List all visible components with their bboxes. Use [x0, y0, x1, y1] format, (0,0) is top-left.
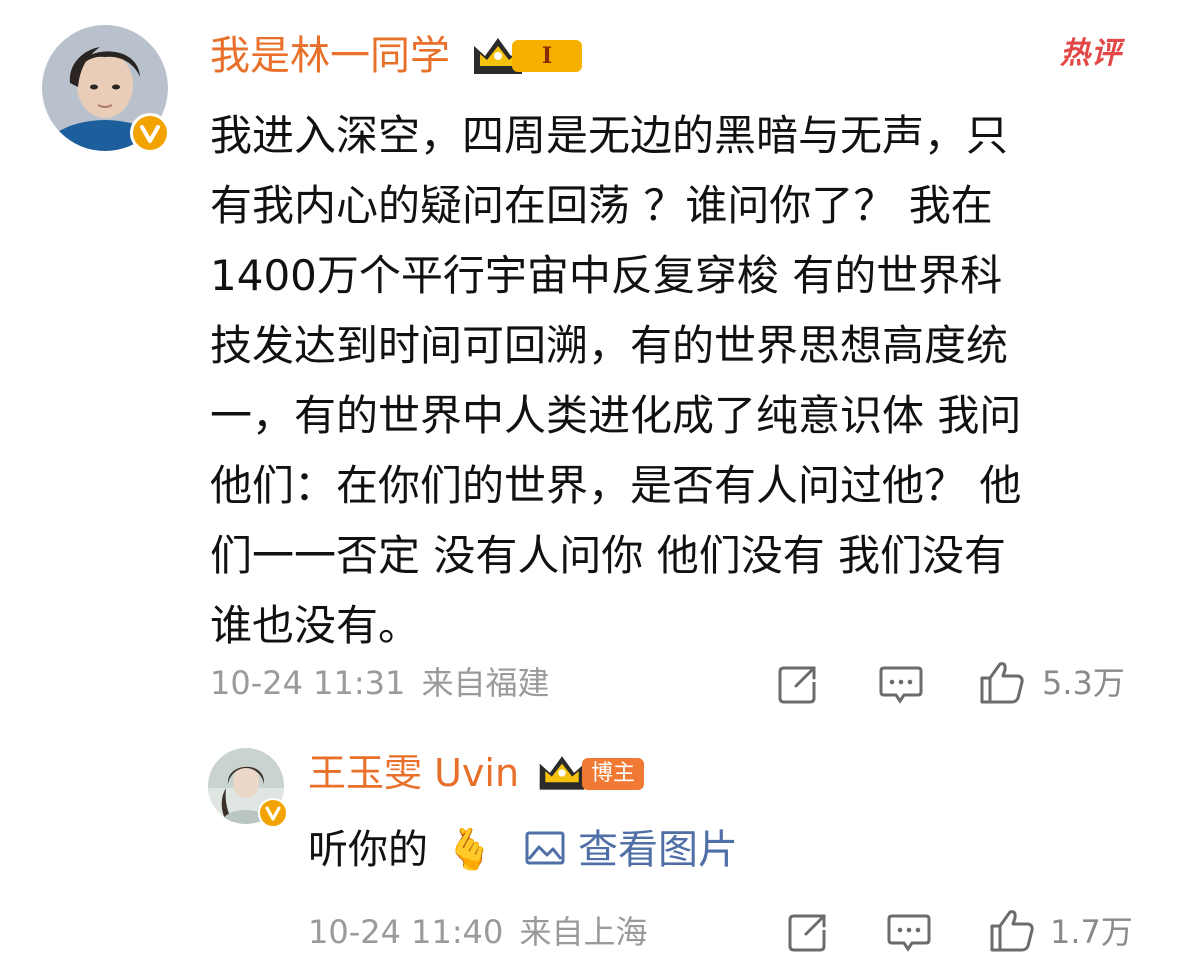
comment-text-line: 谁也没有。 [210, 601, 421, 650]
reply-item: 王玉雯 Uvin 博主 听你的 🫰 查看图片 10-24 11:40 来自上海 [0, 730, 1179, 967]
reply-text-row: 听你的 🫰 查看图片 [308, 822, 738, 880]
verified-icon [258, 798, 288, 828]
finger-heart-emoji: 🫰 [444, 827, 495, 873]
timestamp: 10-24 11:31 来自福建 [210, 663, 550, 703]
comment-text-line: 有我内心的疑问在回荡 ？谁问你了？ 我在 [210, 181, 993, 230]
avatar[interactable] [208, 748, 288, 828]
picture-icon [525, 824, 565, 880]
avatar[interactable] [42, 25, 170, 153]
comment-text-line: 他们：在你们的世界，是否有人问过他？ 他 [210, 461, 1022, 510]
comment-icon[interactable] [878, 662, 924, 706]
like-count: 1.7万 [1050, 913, 1133, 951]
share-icon[interactable] [776, 662, 820, 706]
view-image-link[interactable]: 查看图片 [525, 827, 738, 873]
timestamp-text: 10-24 11:31 [210, 664, 406, 702]
hot-comment-label: 热评 [1060, 36, 1122, 71]
comment-item: 我是林一同学 I 热评 我进入深空，四周是无边的黑暗与无声，只 有我内心的疑问在… [0, 0, 1179, 730]
share-icon[interactable] [786, 910, 830, 954]
comment-text-line: 一，有的世界中人类进化成了纯意识体 我问 [210, 391, 1022, 440]
view-image-label: 查看图片 [577, 827, 738, 873]
username[interactable]: 王玉雯 Uvin [308, 750, 519, 796]
username[interactable]: 我是林一同学 [210, 32, 450, 80]
level-badge: I [512, 40, 582, 72]
comment-text-line: 我进入深空，四周是无边的黑暗与无声，只 [210, 111, 1009, 160]
comment-icon[interactable] [886, 910, 932, 954]
comment-text-line: 们一一否定 没有人问你 他们没有 我们没有 [210, 531, 1007, 580]
reply-text: 听你的 [308, 827, 428, 873]
author-badge: 博主 [582, 758, 644, 790]
crown-icon [536, 752, 588, 792]
like-count: 5.3万 [1042, 664, 1125, 702]
timestamp: 10-24 11:40 来自上海 [308, 912, 648, 952]
comment-text-line: 技发达到时间可回溯，有的世界思想高度统 [210, 321, 1009, 370]
like-icon[interactable] [978, 658, 1026, 706]
comment-text-line: 1400万个平行宇宙中反复穿梭 有的世界科 [210, 251, 1003, 300]
like-icon[interactable] [988, 906, 1036, 954]
timestamp-text: 10-24 11:40 [308, 913, 504, 951]
location-text: 来自福建 [421, 664, 550, 702]
verified-icon [130, 113, 170, 153]
location-text: 来自上海 [519, 913, 648, 951]
